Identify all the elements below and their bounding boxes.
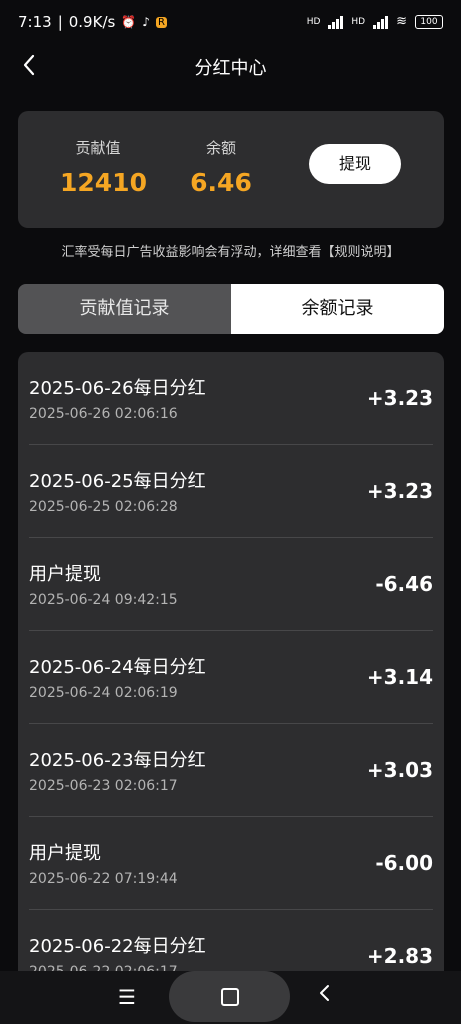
status-time: 7:13 bbox=[18, 13, 52, 31]
status-left: 7:13 | 0.9K/s ⏰ ♪ R bbox=[18, 13, 167, 31]
record-amount: +3.03 bbox=[366, 758, 433, 782]
balance-value: 6.46 bbox=[190, 168, 252, 197]
hd-badge: HD bbox=[351, 16, 366, 27]
record-title: 2025-06-23每日分红 bbox=[29, 750, 206, 771]
home-button[interactable] bbox=[169, 971, 290, 1022]
record-amount: -6.00 bbox=[375, 851, 433, 875]
record-date: 2025-06-22 07:19:44 bbox=[29, 871, 178, 887]
record-amount: -6.46 bbox=[375, 572, 433, 596]
battery-icon: 100 bbox=[415, 14, 443, 29]
alarm-icon: ⏰ bbox=[121, 15, 137, 29]
record-date: 2025-06-25 02:06:28 bbox=[29, 499, 178, 515]
record-title: 2025-06-22每日分红 bbox=[29, 936, 206, 957]
record-title: 用户提现 bbox=[29, 843, 101, 864]
wifi-icon: ≋ bbox=[396, 14, 407, 29]
record-amount: +2.83 bbox=[366, 944, 433, 968]
list-item: 用户提现 2025-06-24 09:42:15 -6.46 bbox=[29, 538, 433, 631]
record-date: 2025-06-24 02:06:19 bbox=[29, 685, 178, 701]
signal-icon bbox=[328, 15, 344, 29]
status-right: HD HD ≋ 100 bbox=[307, 14, 443, 29]
app-icon: R bbox=[155, 16, 167, 28]
menu-icon[interactable]: ☰ bbox=[118, 985, 136, 1009]
contribution-value: 12410 bbox=[60, 168, 147, 197]
list-item: 用户提现 2025-06-22 07:19:44 -6.00 bbox=[29, 817, 433, 910]
record-title: 2025-06-24每日分红 bbox=[29, 657, 206, 678]
hd-badge: HD bbox=[306, 16, 321, 27]
record-amount: +3.14 bbox=[366, 665, 433, 689]
record-date: 2025-06-24 09:42:15 bbox=[29, 592, 178, 608]
nav-back-icon[interactable] bbox=[318, 983, 330, 1007]
top-bar: 分红中心 bbox=[0, 44, 461, 88]
home-icon bbox=[220, 987, 239, 1006]
record-amount: +3.23 bbox=[366, 479, 433, 503]
balance-stat: 余额 6.46 bbox=[186, 137, 256, 197]
summary-card: 贡献值 12410 余额 6.46 提现 bbox=[18, 111, 444, 228]
status-bar: 7:13 | 0.9K/s ⏰ ♪ R HD HD ≋ 100 bbox=[0, 0, 461, 44]
record-date: 2025-06-26 02:06:16 bbox=[29, 406, 178, 422]
record-title: 用户提现 bbox=[29, 564, 101, 585]
contribution-stat: 贡献值 12410 bbox=[60, 137, 147, 197]
record-date: 2025-06-23 02:06:17 bbox=[29, 778, 178, 794]
tab-contribution-records[interactable]: 贡献值记录 bbox=[18, 284, 231, 334]
record-title: 2025-06-26每日分红 bbox=[29, 378, 206, 399]
system-nav-bar: ☰ bbox=[0, 971, 461, 1024]
signal-icon bbox=[373, 15, 389, 29]
page-title: 分红中心 bbox=[194, 58, 267, 79]
record-amount: +3.23 bbox=[366, 386, 433, 410]
contribution-label: 贡献值 bbox=[75, 139, 121, 157]
list-item: 2025-06-25每日分红 2025-06-25 02:06:28 +3.23 bbox=[29, 445, 433, 538]
record-title: 2025-06-25每日分红 bbox=[29, 471, 206, 492]
list-item: 2025-06-24每日分红 2025-06-24 02:06:19 +3.14 bbox=[29, 631, 433, 724]
network-speed: 0.9K/s bbox=[68, 13, 116, 31]
balance-label: 余额 bbox=[205, 139, 236, 157]
tab-balance-records[interactable]: 余额记录 bbox=[231, 284, 444, 334]
rules-notice[interactable]: 汇率受每日广告收益影响会有浮动，详细查看【规则说明】 bbox=[0, 241, 461, 260]
tiktok-icon: ♪ bbox=[142, 15, 150, 29]
record-tabs: 贡献值记录 余额记录 bbox=[18, 284, 444, 334]
list-item: 2025-06-23每日分红 2025-06-23 02:06:17 +3.03 bbox=[29, 724, 433, 817]
records-list[interactable]: 2025-06-26每日分红 2025-06-26 02:06:16 +3.23… bbox=[18, 352, 444, 992]
withdraw-button[interactable]: 提现 bbox=[309, 144, 401, 184]
list-item: 2025-06-26每日分红 2025-06-26 02:06:16 +3.23 bbox=[29, 352, 433, 445]
